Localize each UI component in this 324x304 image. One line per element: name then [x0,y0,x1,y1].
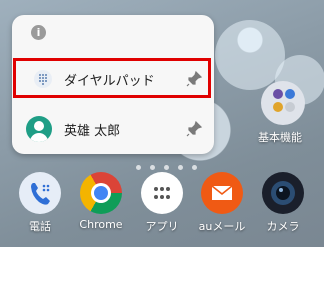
page-dot [136,165,141,170]
shortcut-contact-label: 英雄 太郎 [64,124,121,139]
pin-icon[interactable] [184,119,204,139]
info-icon[interactable]: i [31,25,46,40]
dialpad-highlight [13,58,211,98]
basic-functions-label: 基本機能 [258,131,302,144]
shortcut-contact[interactable]: 英雄 太郎 [12,110,214,148]
phone-icon [19,172,61,214]
au-mail-icon [201,172,243,214]
camera-icon [262,172,304,214]
page-dot [192,165,197,170]
dock-phone-label: 電話 [29,220,51,233]
dock-chrome-label: Chrome [79,218,123,231]
dock-camera-label: カメラ [266,220,300,233]
dock-au-mail-label: auメール [198,220,246,233]
folder-icon [261,81,305,125]
page-dot [178,165,183,170]
app-drawer-icon [141,172,183,214]
page-dot [164,165,169,170]
contact-avatar-icon [26,116,52,142]
basic-functions-folder[interactable] [258,78,310,130]
page-dot [150,165,155,170]
chrome-icon [80,172,122,214]
